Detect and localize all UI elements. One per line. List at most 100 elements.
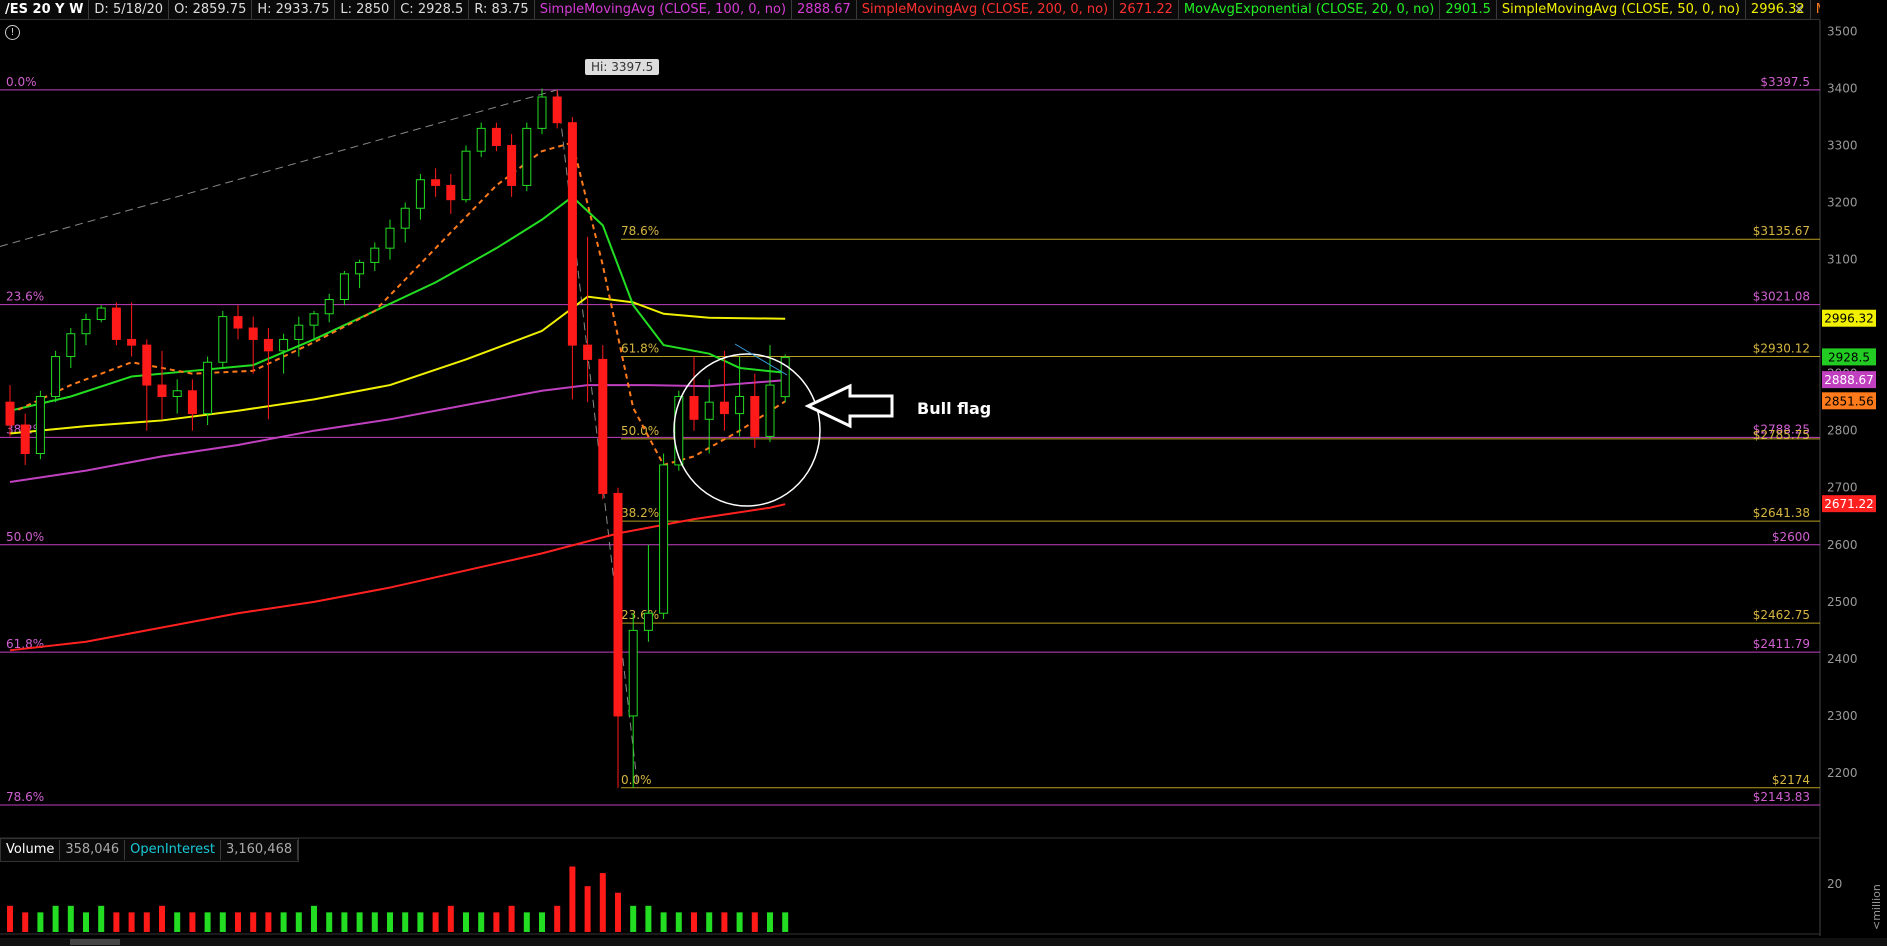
candle-body (339, 273, 349, 301)
candle-body (522, 127, 532, 186)
candle-body (233, 316, 243, 329)
volume-bar (356, 912, 363, 932)
candle-body (552, 96, 562, 124)
fib-price-label: $3021.08 (1753, 290, 1810, 304)
study-value: 2901.5 (1440, 0, 1497, 19)
volume-bar (387, 912, 393, 932)
annotation-label: Bull flag (917, 399, 992, 418)
study-label[interactable]: SimpleMovingAvg (CLOSE, 50, 0, no) (1497, 0, 1746, 19)
candle-body (598, 358, 608, 494)
fib-percent-label: 50.0% (621, 424, 659, 438)
volume-bar (128, 912, 135, 932)
fib-price-label: $2174 (1772, 773, 1810, 787)
candle-body (172, 390, 182, 397)
volume-bar (204, 912, 211, 932)
volume-bar (98, 905, 105, 932)
study-legend: SimpleMovingAvg (CLOSE, 100, 0, no) 2888.… (535, 0, 1820, 19)
volume-bar (523, 912, 530, 932)
candle-body (750, 395, 760, 437)
low-value: L: 2850 (335, 0, 396, 19)
candle-body (35, 395, 45, 455)
volume-value: 358,046 (60, 840, 126, 860)
high-callout: Hi: 3397.5 (585, 59, 660, 75)
candle-body (263, 338, 273, 352)
volume-unit-label: <million (1870, 884, 1883, 930)
volume-bar (463, 912, 469, 932)
volume-bar (143, 912, 150, 932)
volume-bar (736, 912, 743, 932)
volume-bar (706, 912, 713, 932)
price-axis-tick: 2700 (1827, 481, 1858, 495)
candle-body (446, 184, 456, 201)
candle-body (294, 324, 304, 340)
candle-body (248, 327, 258, 340)
fib-percent-label: 78.6% (6, 790, 44, 804)
volume-bar (295, 912, 302, 932)
scrollbar-track[interactable] (0, 938, 1887, 946)
price-axis-tick: 3100 (1827, 253, 1858, 267)
price-axis-tick: 2800 (1827, 424, 1858, 438)
close-icon[interactable]: ✕ (1794, 2, 1816, 16)
fib-price-label: $2641.38 (1753, 506, 1810, 520)
volume-bar (235, 912, 241, 932)
trend-line (0, 89, 558, 247)
fib-price-label: $2411.79 (1753, 637, 1810, 651)
study-label[interactable]: SimpleMovingAvg (CLOSE, 100, 0, no) (535, 0, 793, 19)
price-badge-label: 2888.67 (1824, 373, 1874, 387)
fib-price-label: $2143.83 (1753, 790, 1810, 804)
volume-bar (478, 912, 485, 932)
fib-price-label: $2930.12 (1753, 341, 1810, 355)
volume-bar (630, 905, 637, 932)
volume-axis-tick: 20 (1827, 877, 1842, 891)
price-axis-tick: 3200 (1827, 196, 1858, 210)
volume-bar (569, 866, 576, 932)
price-axis-tick: 3400 (1827, 81, 1858, 95)
price-badge-label: 2928.5 (1828, 350, 1870, 364)
volume-bar (113, 912, 120, 932)
candle-body (461, 150, 471, 201)
candle-body (643, 612, 653, 631)
volume-bar (417, 912, 424, 932)
price-axis-tick: 2500 (1827, 595, 1858, 609)
candle-body (142, 344, 152, 386)
volume-bar (174, 912, 181, 932)
fib-percent-label: 23.6% (6, 290, 44, 304)
candle-body (187, 390, 197, 415)
price-axis-tick: 3500 (1827, 24, 1858, 38)
moving-average-line (9, 379, 786, 484)
fib-percent-label: 0.0% (6, 75, 37, 89)
candle-body (476, 127, 486, 152)
candle-body (507, 144, 517, 186)
price-axis-tick: 2600 (1827, 538, 1858, 552)
volume-label: Volume (1, 840, 61, 860)
scrollbar-thumb[interactable] (70, 939, 120, 945)
price-axis-tick: 2400 (1827, 652, 1858, 666)
fib-price-label: $3397.5 (1760, 75, 1810, 89)
open-interest-value: 3,160,468 (221, 840, 299, 860)
study-value: 2888.67 (792, 0, 857, 19)
candle-body (613, 492, 623, 717)
volume-bar (660, 912, 667, 932)
study-value: 2671.22 (1114, 0, 1179, 19)
study-label[interactable]: MovAvgExponential (CLOSE, 20, 0, no) (1179, 0, 1441, 19)
price-axis-tick: 2200 (1827, 766, 1858, 780)
volume-bar (751, 912, 758, 932)
study-label[interactable]: SimpleMovingAvg (CLOSE, 200, 0, no) (857, 0, 1115, 19)
high-value: H: 2933.75 (252, 0, 336, 19)
volume-bar (7, 905, 13, 932)
candle-body (567, 122, 577, 346)
candle-body (765, 384, 775, 437)
volume-bar (691, 912, 697, 932)
candle-body (537, 96, 547, 129)
volume-bar (675, 912, 682, 932)
symbol-label[interactable]: /ES 20 Y W (0, 0, 90, 19)
candle-body (81, 318, 91, 335)
price-chart[interactable]: 2200230024002500260027002800290030003100… (0, 20, 1887, 936)
fib-percent-label: 50.0% (6, 530, 44, 544)
volume-bar (432, 912, 439, 932)
volume-bar (447, 905, 454, 932)
candle-body (400, 207, 410, 229)
volume-bar (311, 905, 317, 932)
candle-body (355, 261, 365, 275)
bull-flag-circle (673, 353, 821, 507)
